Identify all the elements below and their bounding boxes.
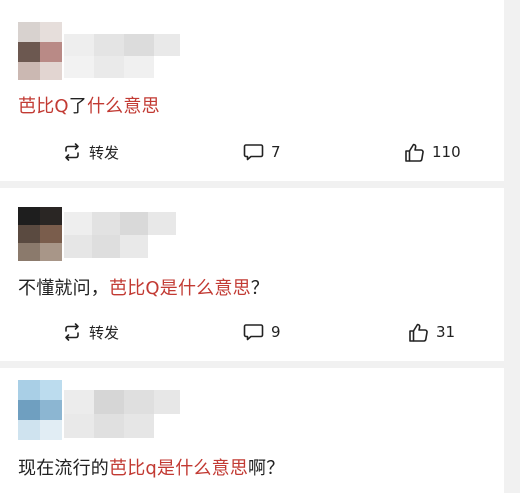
repost-button[interactable]: 转发 (62, 140, 119, 164)
post-text-segment: ？ (250, 278, 269, 299)
keyword-link[interactable]: 什么意思 (87, 96, 160, 117)
like-button[interactable]: 110 (404, 140, 461, 164)
comment-count: 7 (271, 143, 281, 161)
post-text: 芭比Q了什么意思 (18, 92, 160, 118)
post-text: 不懂就问，芭比Q是什么意思？ (18, 274, 269, 300)
username-blurred[interactable] (64, 390, 180, 438)
avatar[interactable] (18, 207, 62, 261)
comment-count: 9 (271, 323, 281, 341)
like-count: 110 (432, 143, 461, 161)
username-blurred[interactable] (64, 212, 176, 258)
username-blurred[interactable] (64, 34, 180, 78)
keyword-link[interactable]: 芭比Q是什么意思 (109, 278, 251, 299)
like-count: 31 (436, 323, 456, 341)
avatar[interactable] (18, 380, 62, 440)
keyword-link[interactable]: 芭比Q (18, 96, 69, 117)
post-text: 现在流行的芭比q是什么意思啊？ (18, 454, 284, 480)
like-button[interactable]: 31 (408, 320, 455, 344)
repost-icon (65, 323, 79, 341)
keyword-link[interactable]: 芭比q是什么意思 (109, 458, 248, 479)
comment-button[interactable]: 9 (243, 320, 281, 344)
post-card: 不懂就问，芭比Q是什么意思？ 转发 9 31 (0, 188, 504, 361)
repost-label: 转发 (89, 323, 120, 342)
repost-icon (65, 143, 79, 161)
comment-icon (243, 144, 264, 161)
post-text-segment: 现在流行的 (18, 458, 109, 479)
repost-button[interactable]: 转发 (62, 320, 119, 344)
comment-icon (243, 324, 264, 341)
post-text-segment: 啊？ (248, 458, 285, 479)
post-card: 现在流行的芭比q是什么意思啊？ (0, 368, 504, 493)
post-text-segment: 不懂就问， (18, 278, 109, 299)
post-text-segment: 了 (68, 96, 87, 117)
comment-button[interactable]: 7 (243, 140, 281, 164)
thumbs-up-icon (405, 143, 424, 162)
avatar[interactable] (18, 22, 62, 80)
thumbs-up-icon (409, 323, 428, 342)
repost-label: 转发 (89, 143, 120, 162)
post-card: 芭比Q了什么意思 转发 7 110 (0, 0, 504, 181)
